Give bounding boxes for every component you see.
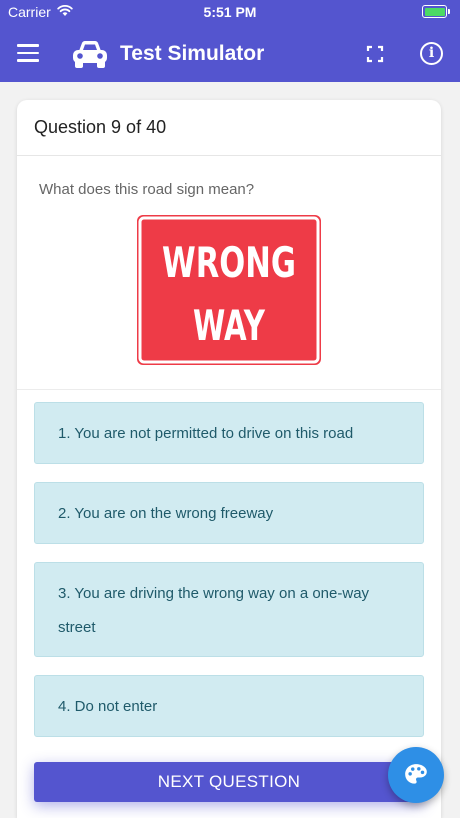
battery-icon bbox=[422, 5, 450, 18]
answer-option-4[interactable]: 4. Do not enter bbox=[34, 675, 424, 737]
sign-line-2: WAY bbox=[193, 301, 265, 350]
wrong-way-sign-image: WRONG WAY bbox=[137, 215, 321, 365]
question-counter: Question 9 of 40 bbox=[34, 117, 167, 137]
question-text: What does this road sign mean? bbox=[39, 181, 255, 198]
answer-option-1[interactable]: 1. You are not permitted to drive on thi… bbox=[34, 402, 424, 464]
status-time: 5:51 PM bbox=[203, 4, 257, 20]
palette-icon bbox=[405, 764, 427, 784]
question-card: Question 9 of 40 What does this road sig… bbox=[17, 100, 441, 818]
status-bar: Carrier 5:51 PM bbox=[0, 0, 460, 24]
app-title: Test Simulator bbox=[120, 42, 265, 65]
menu-icon[interactable] bbox=[17, 44, 39, 62]
divider bbox=[17, 389, 441, 390]
car-icon bbox=[73, 41, 107, 68]
card-header: Question 9 of 40 bbox=[17, 100, 441, 156]
answer-option-2[interactable]: 2. You are on the wrong freeway bbox=[34, 482, 424, 544]
answer-option-3[interactable]: 3. You are driving the wrong way on a on… bbox=[34, 562, 424, 657]
navbar: Test Simulator i bbox=[0, 28, 460, 80]
next-question-button[interactable]: NEXT QUESTION bbox=[34, 762, 424, 802]
app-header: Carrier 5:51 PM Test Simulator i bbox=[0, 0, 460, 82]
fullscreen-icon[interactable] bbox=[365, 44, 385, 64]
info-icon[interactable]: i bbox=[420, 42, 443, 65]
sign-line-1: WRONG bbox=[162, 238, 296, 287]
theme-palette-button[interactable] bbox=[388, 747, 444, 803]
